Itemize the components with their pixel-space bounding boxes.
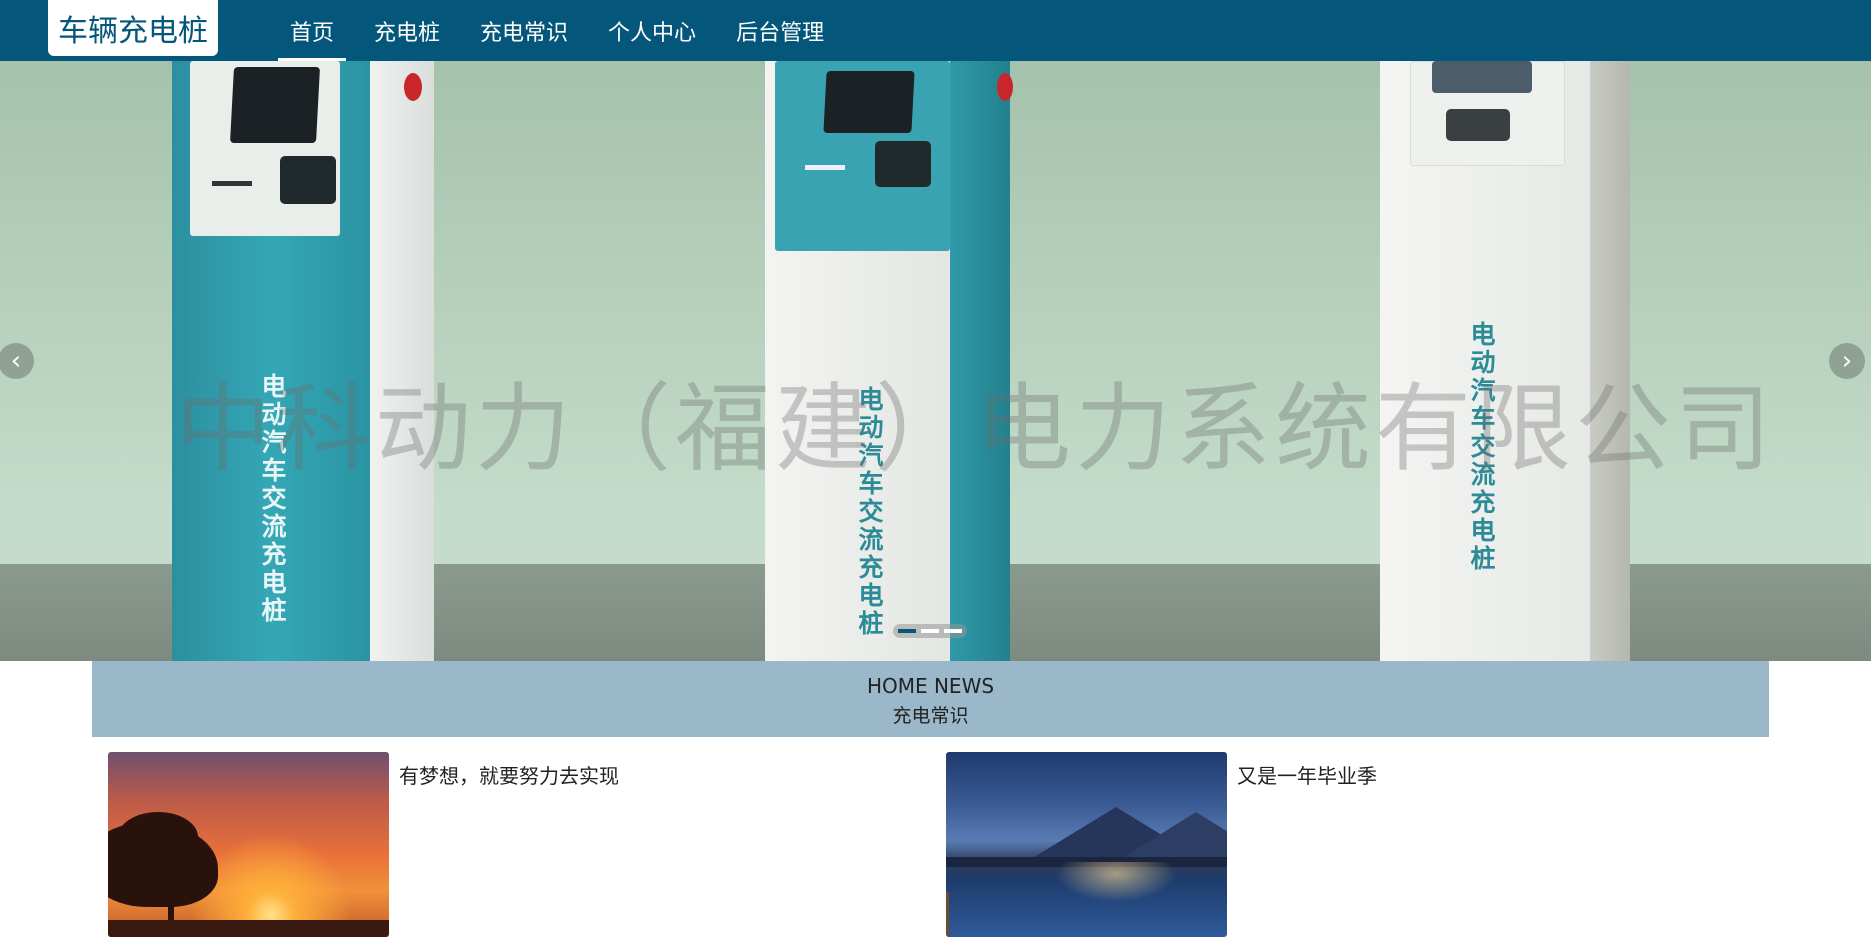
- carousel-watermark: 中科动力（福建）电力系统有限公司: [175, 373, 1775, 485]
- top-navbar: 车辆充电桩 首页 充电桩 充电常识 个人中心 后台管理: [0, 0, 1871, 61]
- nav-item-charging-knowledge[interactable]: 充电常识: [460, 0, 588, 61]
- carousel-dot-1[interactable]: [898, 629, 916, 633]
- main-nav: 首页 充电桩 充电常识 个人中心 后台管理: [270, 0, 844, 61]
- news-header-chinese: 充电常识: [892, 705, 969, 727]
- carousel-dot-3[interactable]: [944, 629, 962, 633]
- nav-item-charging-piles[interactable]: 充电桩: [354, 0, 460, 61]
- carousel-dot-2[interactable]: [921, 629, 939, 633]
- nav-item-personal-center[interactable]: 个人中心: [588, 0, 716, 61]
- carousel-next-button[interactable]: ›: [1829, 343, 1865, 379]
- nav-item-home[interactable]: 首页: [270, 0, 354, 61]
- chevron-right-icon: ›: [1841, 346, 1853, 376]
- news-header-english: HOME NEWS: [866, 674, 995, 698]
- site-logo[interactable]: 车辆充电桩: [48, 0, 218, 56]
- nav-item-admin[interactable]: 后台管理: [716, 0, 844, 61]
- news-item-2-title[interactable]: 又是一年毕业季: [1237, 760, 1377, 789]
- carousel-prev-button[interactable]: ‹: [0, 343, 34, 379]
- hero-carousel[interactable]: 电动汽车交流充电桩 电动汽车交流充电桩 电动汽车交流充电桩 中科动力（福建）电力…: [0, 61, 1871, 661]
- chevron-left-icon: ‹: [10, 346, 22, 376]
- news-section-header: HOME NEWS 充电常识: [92, 661, 1769, 737]
- news-item-1-title[interactable]: 有梦想，就要努力去实现: [399, 760, 619, 789]
- news-item-2-thumbnail[interactable]: [946, 752, 1227, 937]
- news-item-1-thumbnail[interactable]: [108, 752, 389, 937]
- carousel-indicators: [893, 624, 967, 638]
- site-logo-text: 车辆充电桩: [58, 14, 208, 49]
